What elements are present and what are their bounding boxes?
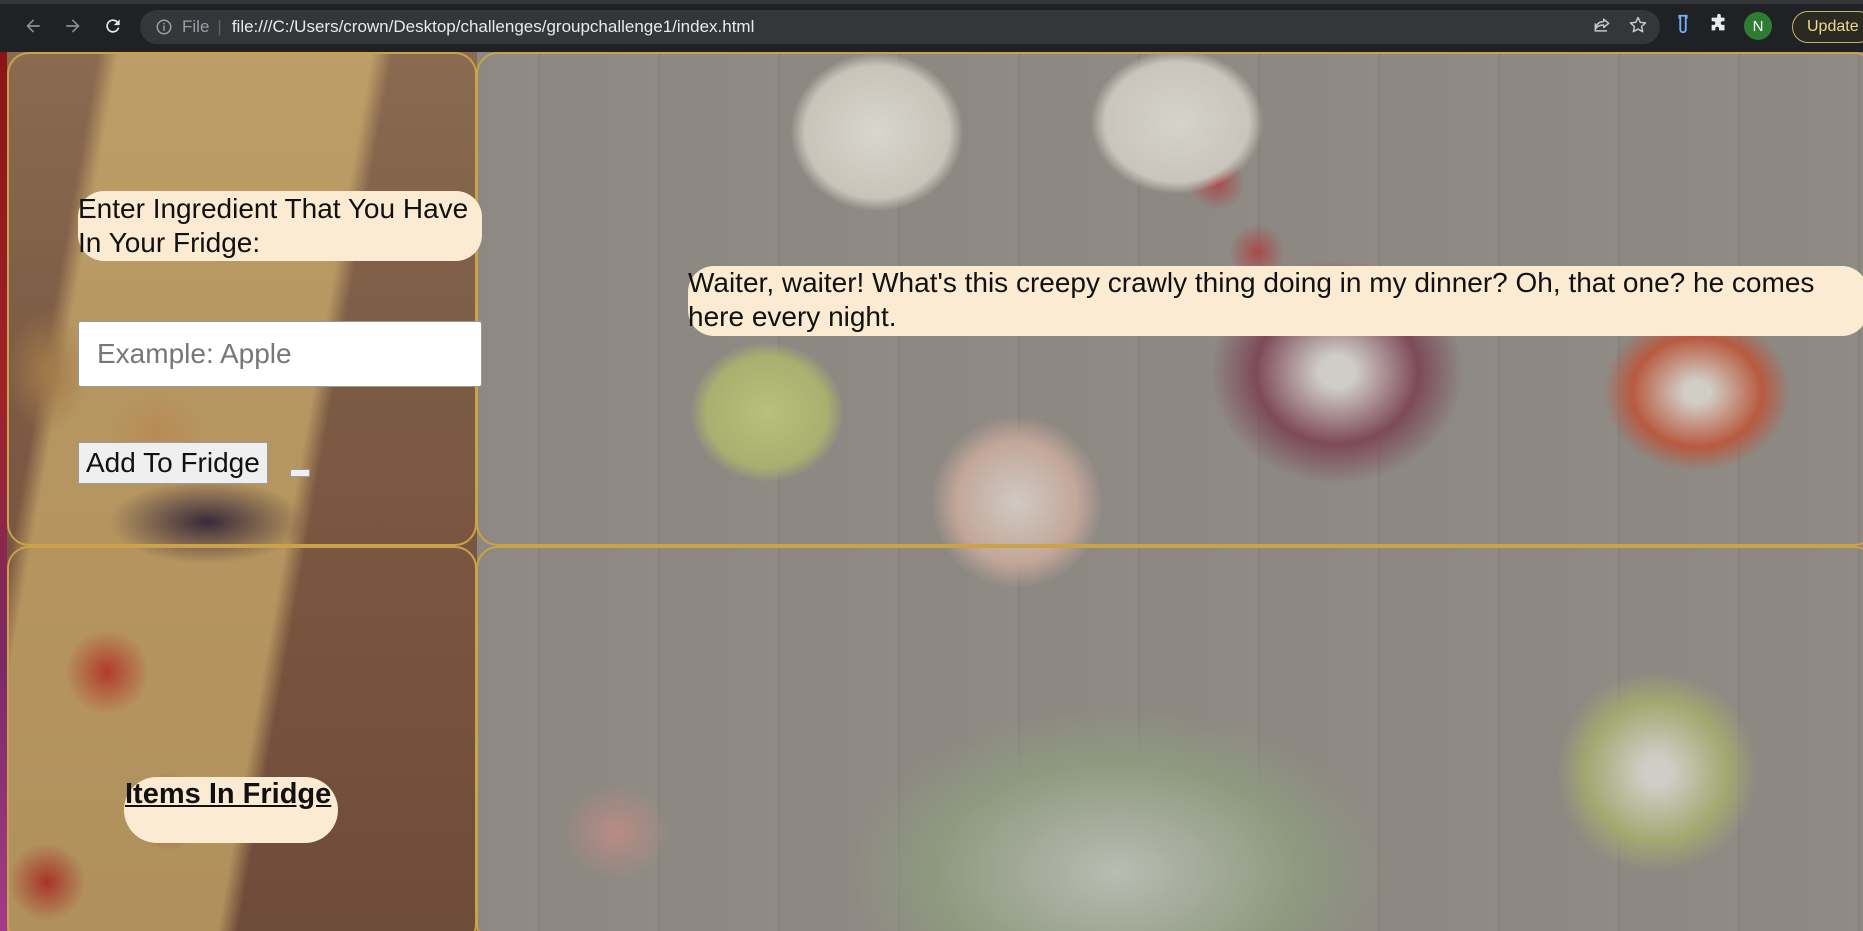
- forward-icon: [66, 19, 80, 33]
- puzzle-icon[interactable]: [1708, 13, 1730, 40]
- update-button[interactable]: Update: [1792, 11, 1863, 43]
- star-icon[interactable]: [1628, 15, 1648, 40]
- forward-button[interactable]: [56, 9, 90, 43]
- url-separator: |: [217, 17, 222, 36]
- back-icon: [26, 19, 40, 33]
- add-to-fridge-button[interactable]: Add To Fridge: [78, 442, 268, 484]
- joke-text: Waiter, waiter! What's this creepy crawl…: [688, 266, 1863, 336]
- share-icon[interactable]: [1592, 15, 1612, 40]
- browser-toolbar: File | file:///C:/Users/crown/Desktop/ch…: [0, 0, 1863, 52]
- left-edge-image: [0, 52, 7, 931]
- back-button[interactable]: [16, 9, 50, 43]
- url-text[interactable]: file:///C:/Users/crown/Desktop/challenge…: [232, 17, 755, 37]
- fridge-panel: [7, 546, 477, 931]
- ingredient-label: Enter Ingredient That You Have In Your F…: [78, 191, 482, 261]
- reload-button[interactable]: [96, 9, 130, 43]
- extension-icon[interactable]: [1672, 13, 1694, 40]
- page-viewport: Enter Ingredient That You Have In Your F…: [0, 52, 1863, 931]
- info-icon[interactable]: [154, 17, 174, 37]
- ingredient-input[interactable]: [78, 321, 482, 387]
- profile-avatar[interactable]: N: [1744, 12, 1772, 40]
- url-scheme: File: [182, 17, 210, 36]
- fridge-heading: Items In Fridge: [125, 778, 332, 810]
- fridge-heading-pill: Items In Fridge: [124, 777, 338, 843]
- address-bar[interactable]: File | file:///C:/Users/crown/Desktop/ch…: [140, 10, 1660, 44]
- empty-button[interactable]: [290, 469, 310, 477]
- reload-icon: [106, 19, 120, 33]
- results-panel: [476, 546, 1863, 931]
